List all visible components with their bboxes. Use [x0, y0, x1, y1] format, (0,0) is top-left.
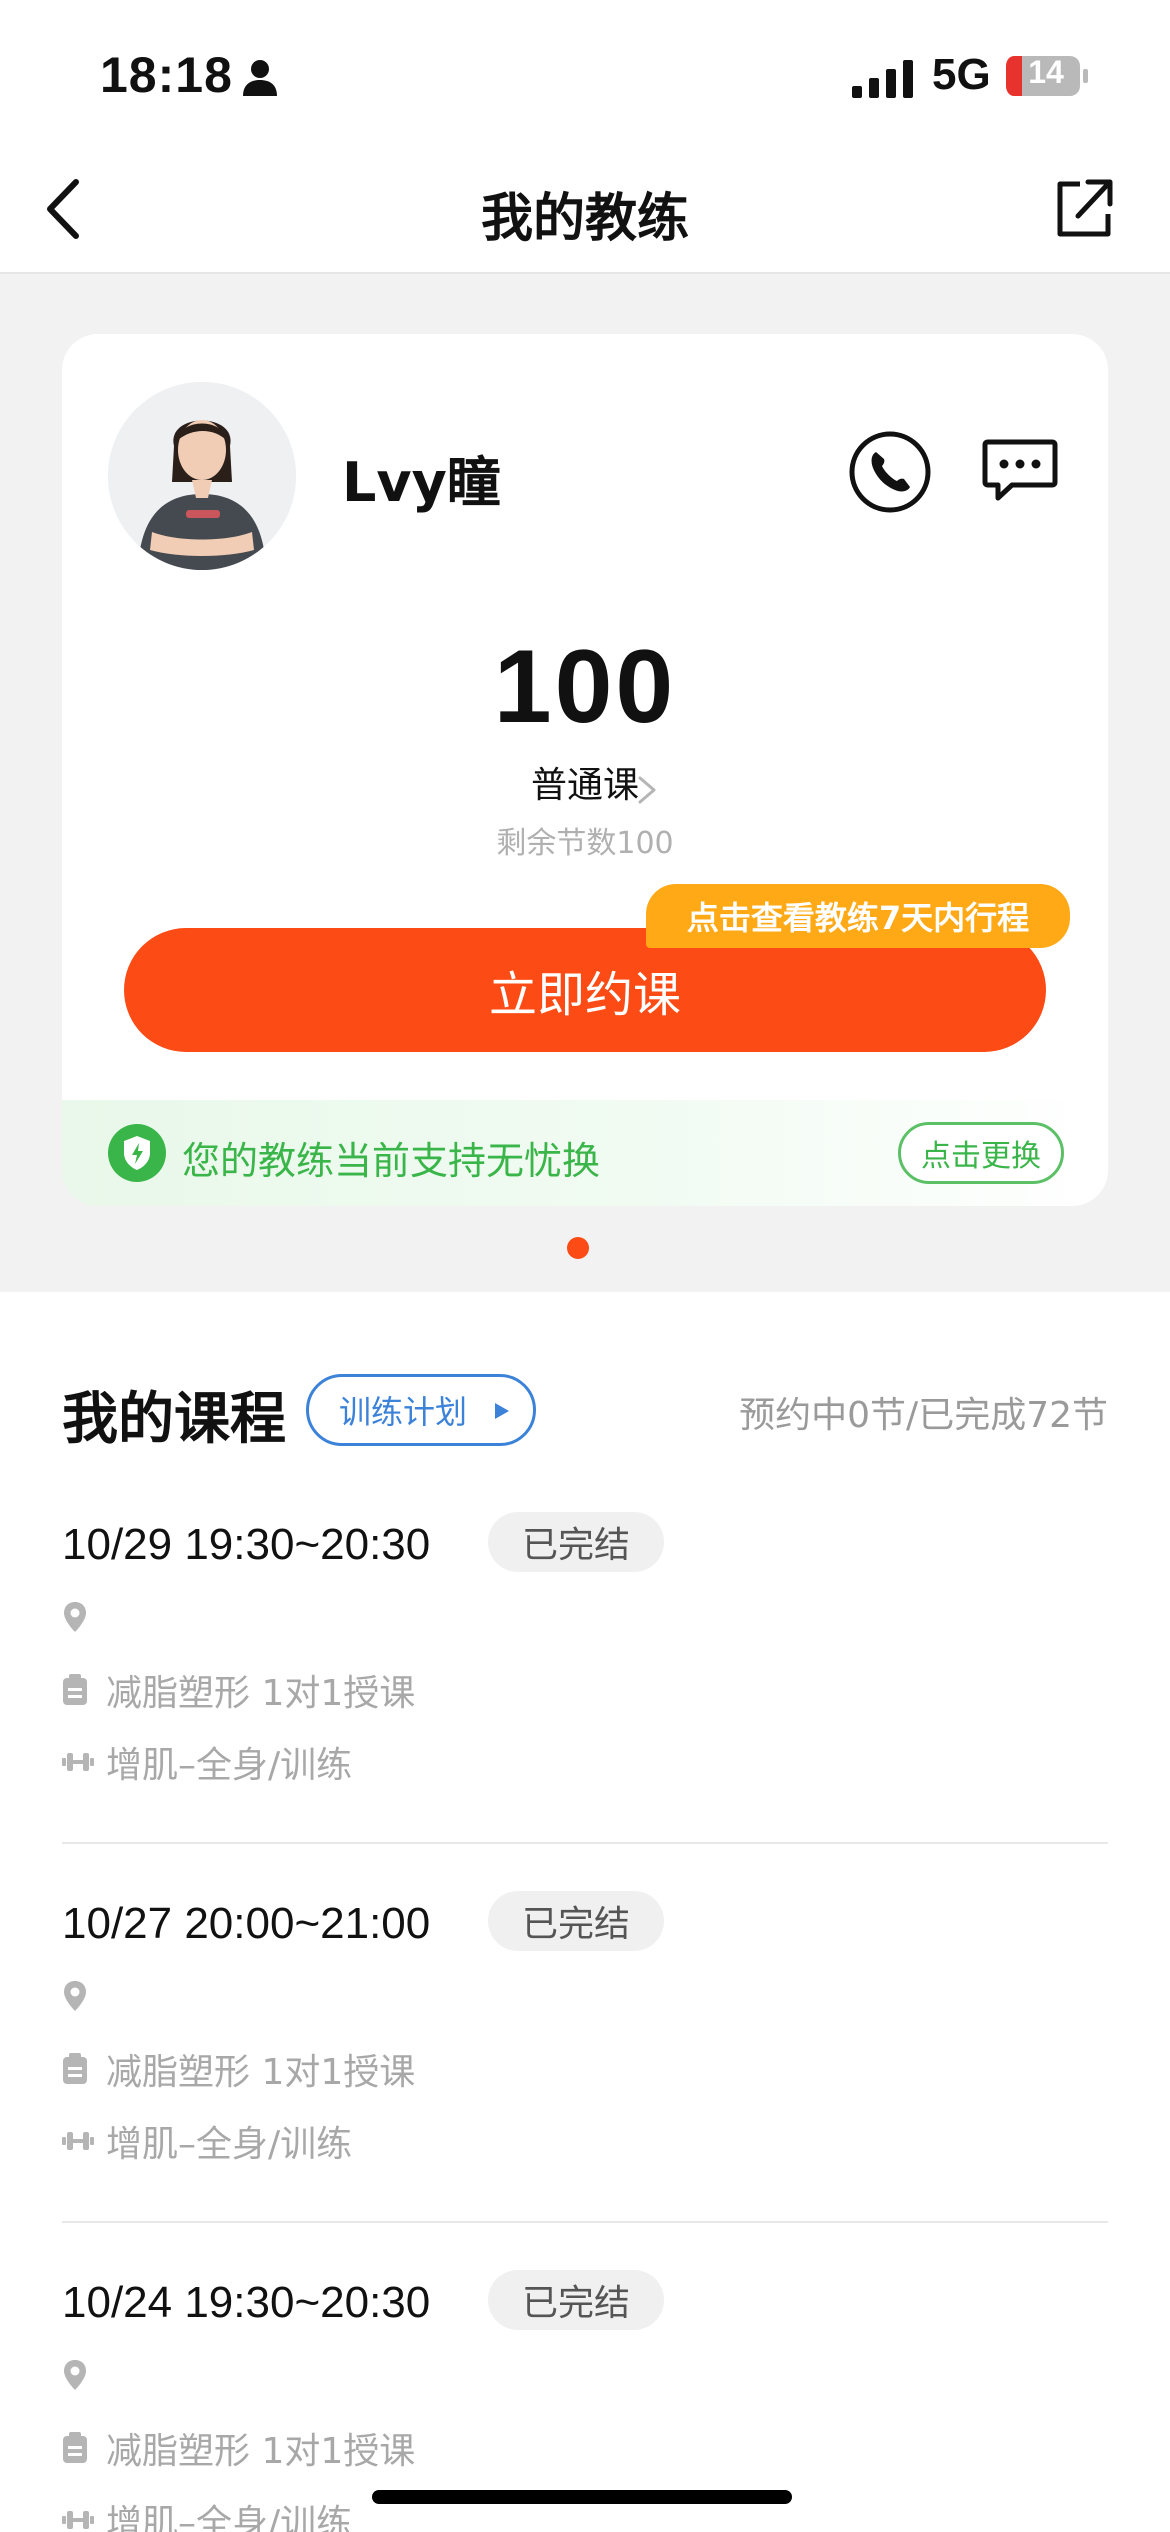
dumbbell-icon	[62, 2132, 94, 2150]
person-icon	[243, 60, 277, 96]
list-item[interactable]: 10/27 20:00~21:00 已完结 减脂塑形 1对1授课 增肌–全身/训…	[62, 1887, 1108, 2267]
course-training: 增肌–全身/训练	[106, 2503, 353, 2532]
chevron-right-icon	[638, 776, 656, 804]
chat-icon[interactable]	[982, 438, 1058, 504]
lesson-count: 100	[493, 629, 677, 745]
divider	[62, 1842, 1108, 1844]
carousel-dot	[567, 1237, 589, 1259]
list-item[interactable]: 10/29 19:30~20:30 已完结 减脂塑形 1对1授课 增肌–全身/训…	[62, 1508, 1108, 1888]
course-class: 减脂塑形 1对1授课	[106, 2052, 416, 2093]
course-time: 10/24 19:30~20:30	[62, 2278, 431, 2327]
course-time: 10/29 19:30~20:30	[62, 1520, 431, 1569]
clipboard-icon	[63, 2053, 87, 2084]
clipboard-icon	[63, 2432, 87, 2463]
home-indicator	[372, 2490, 792, 2504]
course-class: 减脂塑形 1对1授课	[106, 1673, 416, 1714]
schedule-tag[interactable]: 点击查看教练7天内行程	[646, 884, 1070, 948]
dumbbell-icon	[62, 2511, 94, 2529]
coach-photo	[108, 382, 296, 570]
status-time: 18:18	[100, 47, 233, 103]
training-plan-label: 训练计划	[339, 1393, 468, 1431]
course-summary: 预约中0节/已完成72节	[739, 1395, 1108, 1436]
guarantee-bar: 您的教练当前支持无忧换 点击更换	[62, 1100, 1108, 1206]
course-time: 10/27 20:00~21:00	[62, 1899, 431, 1948]
play-icon	[495, 1403, 509, 1419]
remaining-lessons: 剩余节数100	[496, 826, 674, 861]
page-title: 我的教练	[480, 189, 689, 249]
shield-icon	[108, 1124, 166, 1182]
battery-level: 14	[1028, 54, 1064, 90]
course-training: 增肌–全身/训练	[106, 1745, 353, 1786]
location-icon	[64, 1602, 86, 1632]
network-label: 5G	[932, 50, 991, 99]
location-icon	[64, 1981, 86, 2011]
courses-title: 我的课程	[62, 1387, 286, 1452]
share-icon[interactable]	[1054, 176, 1114, 240]
course-class: 减脂塑形 1对1授课	[106, 2431, 416, 2472]
coach-card: Lvy瞳 100 普通课 剩余节数100 立即约课 点击查看教练7天内行程 您的…	[62, 334, 1108, 1206]
status-badge: 已完结	[488, 1512, 664, 1572]
coach-name: Lvy瞳	[342, 451, 501, 514]
nav-bar: 我的教练	[0, 150, 1170, 274]
course-training: 增肌–全身/训练	[106, 2124, 353, 2165]
training-plan-button[interactable]: 训练计划	[306, 1374, 536, 1446]
location-icon	[64, 2360, 86, 2390]
avatar[interactable]	[108, 382, 296, 570]
course-type-link[interactable]: 普通课	[62, 756, 1108, 808]
clipboard-icon	[63, 1674, 87, 1705]
signal-icon	[852, 60, 913, 98]
guarantee-text: 您的教练当前支持无忧换	[182, 1139, 601, 1183]
status-badge: 已完结	[488, 1891, 664, 1951]
dumbbell-icon	[62, 1753, 94, 1771]
switch-coach-button[interactable]: 点击更换	[898, 1122, 1064, 1184]
phone-icon[interactable]	[848, 430, 932, 514]
status-badge: 已完结	[488, 2270, 664, 2330]
divider	[62, 2221, 1108, 2223]
status-bar: 18:18 5G 14	[0, 0, 1170, 150]
